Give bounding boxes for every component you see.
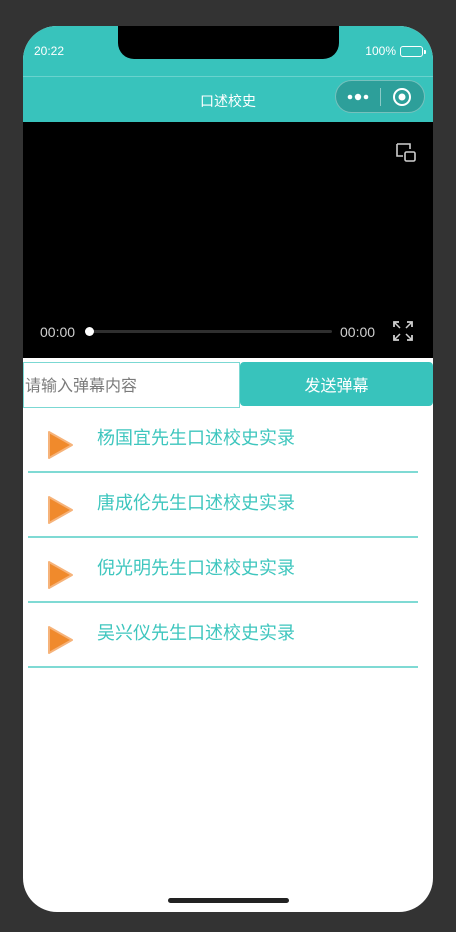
oral-history-list: 杨国宜先生口述校史实录 唐成伦先生口述校史实录 倪光明先生口述校史实录 吴兴仪先… xyxy=(28,408,418,668)
home-indicator xyxy=(168,898,289,903)
more-menu-button[interactable] xyxy=(336,81,380,112)
danmu-input[interactable] xyxy=(23,362,240,408)
picture-in-picture-icon[interactable] xyxy=(395,142,417,164)
list-item[interactable]: 唐成伦先生口述校史实录 xyxy=(28,473,418,538)
current-time: 00:00 xyxy=(40,324,76,340)
notch xyxy=(118,26,339,59)
list-item-title: 唐成伦先生口述校史实录 xyxy=(97,493,295,514)
play-icon xyxy=(48,626,73,654)
close-miniprogram-button[interactable] xyxy=(380,81,424,112)
play-icon xyxy=(48,431,73,459)
list-item-title: 倪光明先生口述校史实录 xyxy=(97,558,295,579)
video-player[interactable]: 00:00 00:00 xyxy=(23,122,433,358)
battery-icon xyxy=(400,45,426,57)
danmu-bar: 发送弹幕 xyxy=(23,362,433,408)
more-dots-icon xyxy=(347,93,369,100)
nav-divider xyxy=(23,76,433,77)
total-time: 00:00 xyxy=(340,324,376,340)
target-circle-icon xyxy=(393,87,412,106)
list-item[interactable]: 杨国宜先生口述校史实录 xyxy=(28,408,418,473)
list-item-title: 杨国宜先生口述校史实录 xyxy=(97,428,295,449)
nav-bar: 口述校史 xyxy=(23,76,433,122)
status-time: 20:22 xyxy=(34,44,65,58)
phone-screen: 20:22 100% 口述校史 00:00 00:00 请输入弹幕内容 发送弹幕… xyxy=(23,26,433,912)
send-danmu-button[interactable]: 发送弹幕 xyxy=(240,362,433,406)
progress-thumb[interactable] xyxy=(85,327,94,336)
mini-program-capsule xyxy=(335,80,425,113)
progress-slider[interactable] xyxy=(85,327,332,336)
list-item[interactable]: 吴兴仪先生口述校史实录 xyxy=(28,603,418,668)
fullscreen-icon[interactable] xyxy=(392,320,414,342)
list-item-title: 吴兴仪先生口述校史实录 xyxy=(97,623,295,644)
status-battery: 100% xyxy=(365,44,426,58)
battery-percent: 100% xyxy=(365,44,396,58)
list-item[interactable]: 倪光明先生口述校史实录 xyxy=(28,538,418,603)
play-icon xyxy=(48,496,73,524)
play-icon xyxy=(48,561,73,589)
